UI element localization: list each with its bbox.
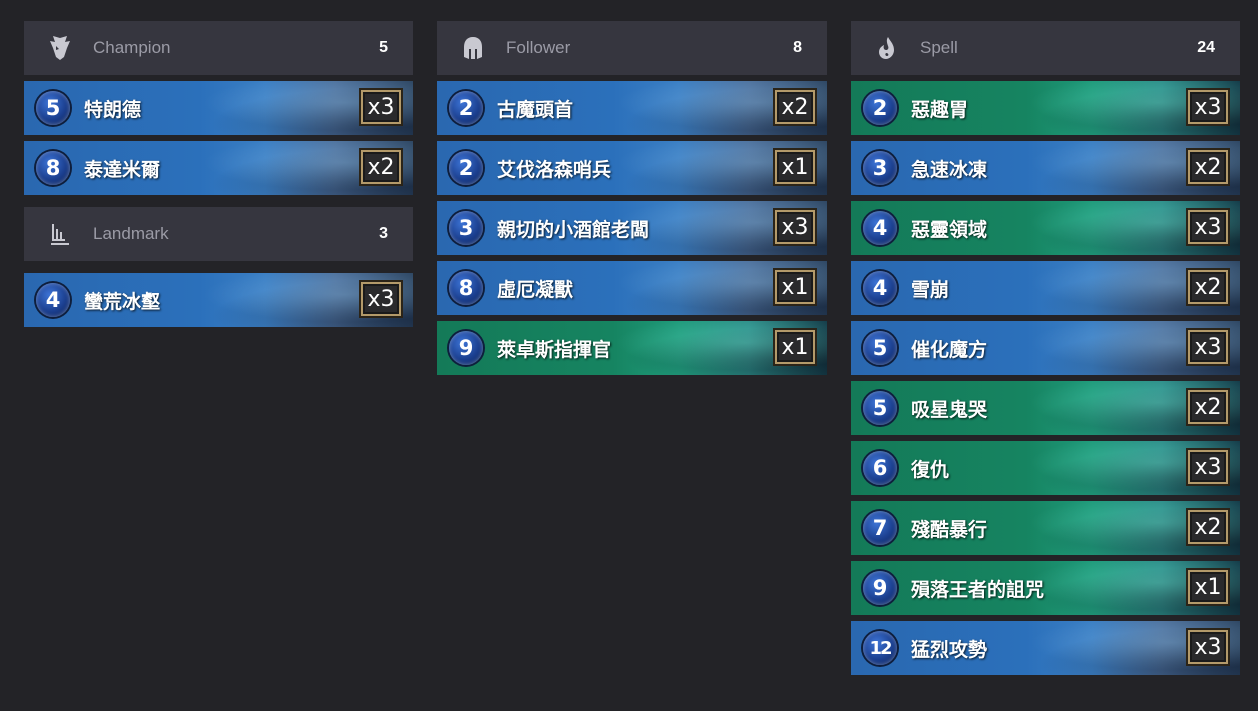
card-name: 虛厄凝獸	[497, 278, 574, 301]
card-row[interactable]: 4 雪崩 x2	[851, 261, 1240, 315]
card-list-follower: 2 古魔頭首 x2 2 艾伐洛森哨兵 x1 3 親切的小酒館老闆 x3 8 虛厄…	[437, 81, 827, 375]
group-count: 8	[793, 39, 802, 56]
mana-cost-gem: 4	[863, 271, 897, 305]
mana-cost-gem: 8	[449, 271, 483, 305]
group-header-landmark[interactable]: Landmark 3	[24, 207, 413, 261]
card-row[interactable]: 8 泰達米爾 x2	[24, 141, 413, 195]
card-quantity-badge: x3	[361, 282, 401, 316]
card-name: 惡趣胃	[911, 98, 969, 121]
card-quantity-badge: x3	[1188, 330, 1228, 364]
mana-cost-gem: 4	[863, 211, 897, 245]
mana-cost-gem: 3	[449, 211, 483, 245]
card-row[interactable]: 2 惡趣胃 x3	[851, 81, 1240, 135]
card-quantity-badge: x3	[1188, 630, 1228, 664]
group-label: Champion	[93, 38, 171, 57]
card-quantity-badge: x1	[1188, 570, 1228, 604]
group-label: Follower	[506, 38, 571, 57]
card-name: 吸星鬼哭	[911, 398, 988, 421]
mana-cost-gem: 5	[863, 331, 897, 365]
card-name: 復仇	[911, 458, 950, 481]
card-row[interactable]: 2 艾伐洛森哨兵 x1	[437, 141, 827, 195]
card-name: 殞落王者的詛咒	[911, 578, 1045, 601]
card-row[interactable]: 12 猛烈攻勢 x3	[851, 621, 1240, 675]
column-spell: Spell 24 2 惡趣胃 x3 3 急速冰凍 x2 4 惡靈領域 x3 4 …	[851, 21, 1240, 675]
card-row[interactable]: 5 催化魔方 x3	[851, 321, 1240, 375]
group-label: Spell	[920, 38, 958, 57]
card-row[interactable]: 3 急速冰凍 x2	[851, 141, 1240, 195]
group-header-spell[interactable]: Spell 24	[851, 21, 1240, 75]
group-header-champion[interactable]: Champion 5	[24, 21, 413, 75]
card-name: 泰達米爾	[84, 158, 161, 181]
card-name: 雪崩	[911, 278, 950, 301]
mana-cost-gem: 7	[863, 511, 897, 545]
card-row[interactable]: 4 蠻荒冰壑 x3	[24, 273, 413, 327]
card-row[interactable]: 4 惡靈領域 x3	[851, 201, 1240, 255]
card-quantity-badge: x1	[775, 270, 815, 304]
card-quantity-badge: x2	[1188, 270, 1228, 304]
card-quantity-badge: x2	[1188, 510, 1228, 544]
card-name: 古魔頭首	[497, 98, 574, 121]
follower-helmet-icon	[460, 35, 486, 61]
card-name: 猛烈攻勢	[911, 638, 988, 661]
column-follower: Follower 8 2 古魔頭首 x2 2 艾伐洛森哨兵 x1 3 親切的小酒…	[437, 21, 827, 375]
card-name: 惡靈領域	[911, 218, 988, 241]
group-label: Landmark	[93, 224, 169, 243]
card-quantity-badge: x3	[1188, 450, 1228, 484]
card-quantity-badge: x1	[775, 150, 815, 184]
card-name: 殘酷暴行	[911, 518, 988, 541]
mana-cost-gem: 5	[36, 91, 70, 125]
card-name: 艾伐洛森哨兵	[497, 158, 612, 181]
mana-cost-gem: 3	[863, 151, 897, 185]
card-quantity-badge: x2	[775, 90, 815, 124]
group-count: 24	[1197, 39, 1215, 56]
group-count: 5	[379, 39, 388, 56]
mana-cost-gem: 5	[863, 391, 897, 425]
card-quantity-badge: x3	[1188, 210, 1228, 244]
mana-cost-gem: 9	[449, 331, 483, 365]
mana-cost-gem: 2	[449, 151, 483, 185]
landmark-icon	[47, 221, 73, 247]
mana-cost-gem: 2	[449, 91, 483, 125]
card-row[interactable]: 5 特朗德 x3	[24, 81, 413, 135]
column-champion-landmark: Champion 5 5 特朗德 x3 8 泰達米爾 x2 Landmark 3…	[24, 21, 413, 327]
card-quantity-badge: x2	[361, 150, 401, 184]
card-quantity-badge: x2	[1188, 150, 1228, 184]
mana-cost-gem: 12	[863, 631, 897, 665]
card-name: 急速冰凍	[911, 158, 988, 181]
card-name: 蠻荒冰壑	[84, 290, 161, 313]
spell-flame-icon	[874, 35, 900, 61]
card-name: 親切的小酒館老闆	[497, 218, 650, 241]
card-list-spell: 2 惡趣胃 x3 3 急速冰凍 x2 4 惡靈領域 x3 4 雪崩 x2 5 催…	[851, 81, 1240, 675]
mana-cost-gem: 8	[36, 151, 70, 185]
card-name: 催化魔方	[911, 338, 988, 361]
card-row[interactable]: 2 古魔頭首 x2	[437, 81, 827, 135]
card-row[interactable]: 6 復仇 x3	[851, 441, 1240, 495]
card-quantity-badge: x3	[1188, 90, 1228, 124]
card-row[interactable]: 5 吸星鬼哭 x2	[851, 381, 1240, 435]
card-row[interactable]: 9 萊卓斯指揮官 x1	[437, 321, 827, 375]
card-row[interactable]: 7 殘酷暴行 x2	[851, 501, 1240, 555]
card-name: 特朗德	[84, 98, 142, 121]
card-quantity-badge: x3	[361, 90, 401, 124]
mana-cost-gem: 4	[36, 283, 70, 317]
card-quantity-badge: x1	[775, 330, 815, 364]
mana-cost-gem: 2	[863, 91, 897, 125]
group-header-follower[interactable]: Follower 8	[437, 21, 827, 75]
champion-helmet-icon	[47, 35, 73, 61]
mana-cost-gem: 9	[863, 571, 897, 605]
mana-cost-gem: 6	[863, 451, 897, 485]
card-list-champion: 5 特朗德 x3 8 泰達米爾 x2	[24, 81, 413, 195]
card-row[interactable]: 3 親切的小酒館老闆 x3	[437, 201, 827, 255]
card-row[interactable]: 9 殞落王者的詛咒 x1	[851, 561, 1240, 615]
card-row[interactable]: 8 虛厄凝獸 x1	[437, 261, 827, 315]
card-quantity-badge: x2	[1188, 390, 1228, 424]
group-count: 3	[379, 225, 388, 242]
card-name: 萊卓斯指揮官	[497, 338, 612, 361]
card-list-landmark: 4 蠻荒冰壑 x3	[24, 273, 413, 327]
card-quantity-badge: x3	[775, 210, 815, 244]
